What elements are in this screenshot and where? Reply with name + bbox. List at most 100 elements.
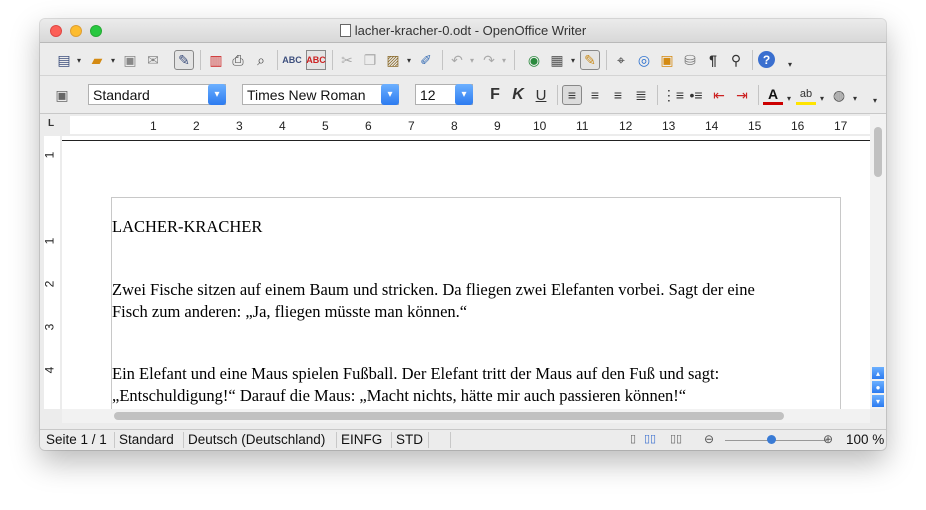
- italic-button[interactable]: K: [508, 85, 528, 105]
- font-color-icon[interactable]: A: [763, 85, 783, 105]
- export-pdf-icon[interactable]: ▥: [206, 50, 226, 70]
- vruler-number: 4: [42, 366, 57, 374]
- doc-paragraph-line[interactable]: Ein Elefant und eine Maus spielen Fußbal…: [112, 363, 719, 385]
- autospellcheck-icon[interactable]: ABC: [306, 50, 326, 70]
- zoom-icon[interactable]: ⚲: [726, 50, 746, 70]
- redo-icon[interactable]: ↷: [479, 50, 499, 70]
- zoom-in-icon[interactable]: ⊕: [823, 432, 833, 446]
- chevron-down-icon[interactable]: ▾: [208, 84, 226, 105]
- ruler-number: 16: [791, 119, 805, 133]
- navigator-icon[interactable]: ◎: [634, 50, 654, 70]
- table-icon[interactable]: ▦: [547, 50, 567, 70]
- numbering-icon[interactable]: ⋮≡: [662, 85, 684, 105]
- ruler-number: 8: [451, 119, 458, 133]
- page-indicator[interactable]: Seite 1 / 1: [46, 432, 107, 447]
- justify-icon[interactable]: ≣: [631, 85, 651, 105]
- bold-button[interactable]: F: [485, 85, 505, 105]
- background-color-dropdown-icon[interactable]: ▾: [851, 88, 859, 108]
- doc-paragraph-line[interactable]: Fisch zum anderen: „Ja, fliegen müsste m…: [112, 301, 467, 323]
- paste-dropdown-icon[interactable]: ▾: [405, 50, 413, 70]
- show-draw-functions-icon[interactable]: ✎: [580, 50, 600, 70]
- paste-icon[interactable]: ▨: [383, 50, 403, 70]
- new-document-icon[interactable]: ▤: [54, 50, 74, 70]
- font-name-select[interactable]: Times New Roman ▾: [242, 84, 399, 105]
- doc-heading[interactable]: LACHER-KRACHER: [112, 216, 262, 238]
- vertical-ruler[interactable]: 1 1 2 3 4: [40, 136, 62, 409]
- zoom-slider-handle[interactable]: [767, 435, 776, 444]
- ruler-number: 7: [408, 119, 415, 133]
- window-title-text: lacher-kracher-0.odt - OpenOffice Writer: [354, 23, 587, 38]
- ruler-number: 11: [576, 119, 589, 133]
- redo-dropdown-icon[interactable]: ▾: [500, 50, 508, 70]
- undo-dropdown-icon[interactable]: ▾: [468, 50, 476, 70]
- language-indicator[interactable]: Deutsch (Deutschland): [188, 432, 325, 447]
- font-size-value: 12: [420, 87, 436, 103]
- navigation-icon[interactable]: ●: [872, 381, 884, 393]
- paragraph-style-select[interactable]: Standard ▾: [88, 84, 226, 105]
- print-icon[interactable]: ⎙: [228, 50, 248, 70]
- gallery-icon[interactable]: ▣: [657, 50, 677, 70]
- edit-file-icon[interactable]: ✎: [174, 50, 194, 70]
- toolbar-overflow-icon[interactable]: ▾: [871, 90, 879, 110]
- align-left-icon[interactable]: ≡: [562, 85, 582, 105]
- increase-indent-icon[interactable]: ⇥: [732, 85, 752, 105]
- zoom-level[interactable]: 100 %: [846, 432, 884, 447]
- data-sources-icon[interactable]: ⛁: [680, 50, 700, 70]
- font-color-dropdown-icon[interactable]: ▾: [785, 88, 793, 108]
- selection-mode-indicator[interactable]: STD: [396, 432, 423, 447]
- next-page-icon[interactable]: ▾: [872, 395, 884, 407]
- zoom-slider-track[interactable]: [725, 440, 827, 441]
- undo-icon[interactable]: ↶: [447, 50, 467, 70]
- ruler-number: 2: [193, 119, 200, 133]
- highlight-icon[interactable]: ab: [796, 85, 816, 105]
- spellcheck-icon[interactable]: ABC: [282, 50, 302, 70]
- app-window: lacher-kracher-0.odt - OpenOffice Writer…: [40, 19, 886, 450]
- vruler-number: 1: [42, 237, 57, 245]
- bullets-icon[interactable]: •≡: [686, 85, 706, 105]
- ruler-track[interactable]: 1 2 3 4 5 6 7 8 9 10 11 12 13 14 15 16 1…: [70, 116, 870, 134]
- ruler-number: 10: [533, 119, 547, 133]
- new-dropdown-icon[interactable]: ▾: [75, 50, 83, 70]
- chevron-down-icon[interactable]: ▾: [455, 84, 473, 105]
- cut-icon[interactable]: ✂: [337, 50, 357, 70]
- table-dropdown-icon[interactable]: ▾: [569, 50, 577, 70]
- save-icon[interactable]: ▣: [120, 50, 140, 70]
- status-bar: Seite 1 / 1 Standard Deutsch (Deutschlan…: [40, 429, 886, 450]
- document-area[interactable]: LACHER-KRACHER Zwei Fische sitzen auf ei…: [62, 136, 870, 409]
- doc-paragraph-line[interactable]: „Entschuldigung!“ Darauf die Maus: „Mach…: [112, 385, 686, 407]
- print-preview-icon[interactable]: ⌕: [251, 50, 271, 70]
- highlight-dropdown-icon[interactable]: ▾: [818, 88, 826, 108]
- open-dropdown-icon[interactable]: ▾: [109, 50, 117, 70]
- styles-formatting-icon[interactable]: ▣: [52, 85, 72, 105]
- align-center-icon[interactable]: ≡: [585, 85, 605, 105]
- horizontal-ruler[interactable]: L 1 2 3 4 5 6 7 8 9 10 11 12 13 14 15 16…: [40, 114, 886, 136]
- hyperlink-icon[interactable]: ◉: [524, 50, 544, 70]
- open-icon[interactable]: ▰: [87, 50, 107, 70]
- chevron-down-icon[interactable]: ▾: [381, 84, 399, 105]
- book-view-icon[interactable]: ▯▯: [670, 432, 682, 445]
- help-icon[interactable]: ?: [758, 51, 775, 68]
- zoom-out-icon[interactable]: ⊖: [704, 432, 714, 446]
- decrease-indent-icon[interactable]: ⇤: [709, 85, 729, 105]
- doc-paragraph-line[interactable]: Zwei Fische sitzen auf einem Baum und st…: [112, 279, 755, 301]
- copy-icon[interactable]: ❐: [360, 50, 380, 70]
- underline-button[interactable]: U: [531, 85, 551, 105]
- insert-mode-indicator[interactable]: EINFG: [341, 432, 382, 447]
- align-right-icon[interactable]: ≡: [608, 85, 628, 105]
- clone-format-icon[interactable]: ✐: [416, 50, 436, 70]
- page-style-indicator[interactable]: Standard: [119, 432, 174, 447]
- font-size-select[interactable]: 12 ▾: [415, 84, 473, 105]
- single-page-view-icon[interactable]: ▯: [630, 432, 636, 445]
- mail-icon[interactable]: ✉: [143, 50, 163, 70]
- vertical-scroll-thumb[interactable]: [874, 127, 882, 177]
- multi-page-view-icon[interactable]: ▯▯: [644, 432, 656, 445]
- previous-page-icon[interactable]: ▴: [872, 367, 884, 379]
- toolbar-overflow-icon[interactable]: ▾: [786, 54, 794, 74]
- horizontal-scrollbar[interactable]: [62, 409, 870, 423]
- tab-stop-type-icon[interactable]: L: [48, 118, 54, 129]
- vertical-scrollbar[interactable]: ▴ ● ▾: [870, 114, 886, 409]
- find-icon[interactable]: ⌖: [611, 50, 631, 70]
- formatting-marks-icon[interactable]: ¶: [703, 50, 723, 70]
- background-color-icon[interactable]: ◍: [829, 85, 849, 105]
- horizontal-scroll-thumb[interactable]: [114, 412, 784, 420]
